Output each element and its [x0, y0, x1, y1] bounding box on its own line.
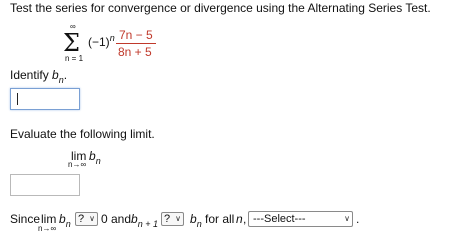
- limit-answer-input[interactable]: [10, 174, 80, 196]
- conclusion-select-value: ---Select---: [253, 213, 306, 225]
- conclusion-select[interactable]: ---Select--- ∨: [248, 211, 353, 227]
- comparison-dropdown-1[interactable]: ? ∨: [75, 212, 98, 226]
- identify-label-var: b: [52, 68, 59, 82]
- for-all-n: n: [236, 212, 243, 226]
- limit-var-sub: n: [95, 156, 101, 166]
- sum-lower-limit: n = 1: [65, 54, 84, 63]
- for-all-text: for all: [205, 212, 235, 226]
- dropdown-2-value: ?: [164, 213, 171, 225]
- conclusion-bn-next: bn + 1: [131, 212, 158, 229]
- since-text: Since: [10, 212, 41, 226]
- limit-subscript: n→∞: [68, 160, 87, 169]
- conclusion-lim-sub: n→∞: [38, 224, 57, 233]
- period-text: .: [356, 212, 360, 226]
- identify-label: Identify bn.: [10, 68, 68, 85]
- conclusion-b-2: b: [190, 212, 197, 226]
- comparison-dropdown-2[interactable]: ? ∨: [161, 212, 184, 226]
- identify-label-suffix: .: [63, 68, 68, 82]
- text-caret: [17, 93, 18, 105]
- conclusion-bn: bn: [59, 212, 71, 229]
- limit-var: bn: [89, 149, 101, 166]
- limit-instruction: Evaluate the following limit.: [10, 127, 155, 141]
- identify-label-text: Identify: [10, 68, 53, 82]
- chevron-down-icon: ∨: [344, 214, 350, 223]
- sign-base: (−1): [88, 35, 110, 49]
- conclusion-b-next-sub: n + 1: [137, 219, 158, 229]
- limit-var-b: b: [89, 149, 96, 163]
- chevron-down-icon: ∨: [175, 214, 181, 223]
- dropdown-1-value: ?: [78, 213, 85, 225]
- zero-and-text: 0 and: [101, 212, 132, 226]
- fraction-numerator: 7n − 5: [119, 28, 153, 42]
- sign-term: (−1)n: [88, 33, 115, 49]
- sum-symbol: Σ: [63, 29, 80, 57]
- comma-text: ,: [243, 212, 247, 226]
- conclusion-b-next: b: [131, 212, 138, 226]
- chevron-down-icon: ∨: [89, 214, 95, 223]
- conclusion-b: b: [59, 212, 66, 226]
- conclusion-b-sub: n: [65, 219, 71, 229]
- identify-label-sub: n: [58, 75, 64, 85]
- question-prompt: Test the series for convergence or diver…: [10, 1, 431, 15]
- fraction-bar: [116, 43, 156, 44]
- bn-answer-input[interactable]: [10, 88, 80, 110]
- conclusion-bn-2: bn: [190, 212, 202, 229]
- sign-exponent: n: [109, 33, 115, 43]
- conclusion-b2-sub: n: [196, 219, 202, 229]
- fraction-denominator: 8n + 5: [118, 45, 152, 59]
